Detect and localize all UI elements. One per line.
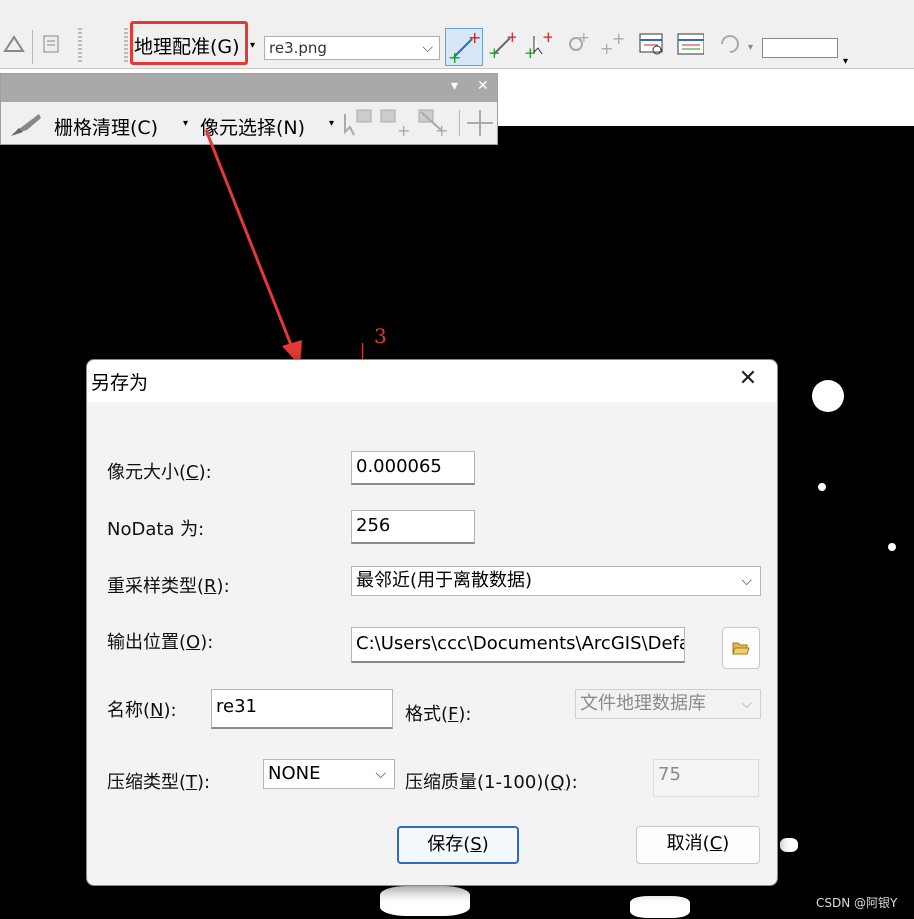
- chevron-down-icon: ⌵: [741, 573, 752, 589]
- format-select[interactable]: 文件地理数据库 ⌵: [575, 689, 761, 719]
- chevron-down-icon: ⌵: [375, 766, 386, 782]
- save-as-dialog: 另存为 ✕ 像元大小(C): 0.000065 NoData 为: 256 重采…: [86, 359, 778, 886]
- compression-type-select[interactable]: NONE ⌵: [263, 759, 395, 789]
- dialog-titlebar[interactable]: [87, 360, 777, 402]
- compression-quality-label: 压缩质量(1-100)(Q):: [405, 772, 578, 793]
- folder-open-icon: [732, 642, 750, 655]
- cancel-button[interactable]: 取消(C): [636, 826, 760, 864]
- compression-type-label: 压缩类型(T):: [107, 772, 211, 793]
- compression-quality-input[interactable]: 75: [653, 759, 759, 797]
- chevron-down-icon: ⌵: [741, 696, 752, 712]
- browse-folder-button[interactable]: [722, 627, 760, 669]
- format-value: 文件地理数据库: [580, 693, 706, 714]
- resample-type-value: 最邻近(用于离散数据): [356, 570, 533, 591]
- format-label: 格式(F):: [405, 704, 472, 725]
- nodata-input[interactable]: 256: [351, 510, 475, 544]
- output-location-input[interactable]: C:\Users\ccc\Documents\ArcGIS\Defau: [351, 627, 685, 663]
- watermark: CSDN @阿银Y: [816, 896, 898, 910]
- nodata-label: NoData 为:: [107, 519, 205, 540]
- resample-type-label: 重采样类型(R):: [107, 576, 230, 597]
- name-input[interactable]: re31: [211, 689, 393, 729]
- close-button[interactable]: ✕: [733, 366, 763, 391]
- compression-type-value: NONE: [268, 763, 321, 784]
- save-button[interactable]: 保存(S): [397, 826, 519, 864]
- cell-size-input[interactable]: 0.000065: [351, 451, 475, 485]
- name-label: 名称(N):: [107, 700, 177, 721]
- cell-size-label: 像元大小(C):: [107, 462, 212, 483]
- resample-type-select[interactable]: 最邻近(用于离散数据) ⌵: [351, 566, 761, 596]
- dialog-title: 另存为: [91, 372, 149, 394]
- output-location-label: 输出位置(O):: [107, 632, 214, 653]
